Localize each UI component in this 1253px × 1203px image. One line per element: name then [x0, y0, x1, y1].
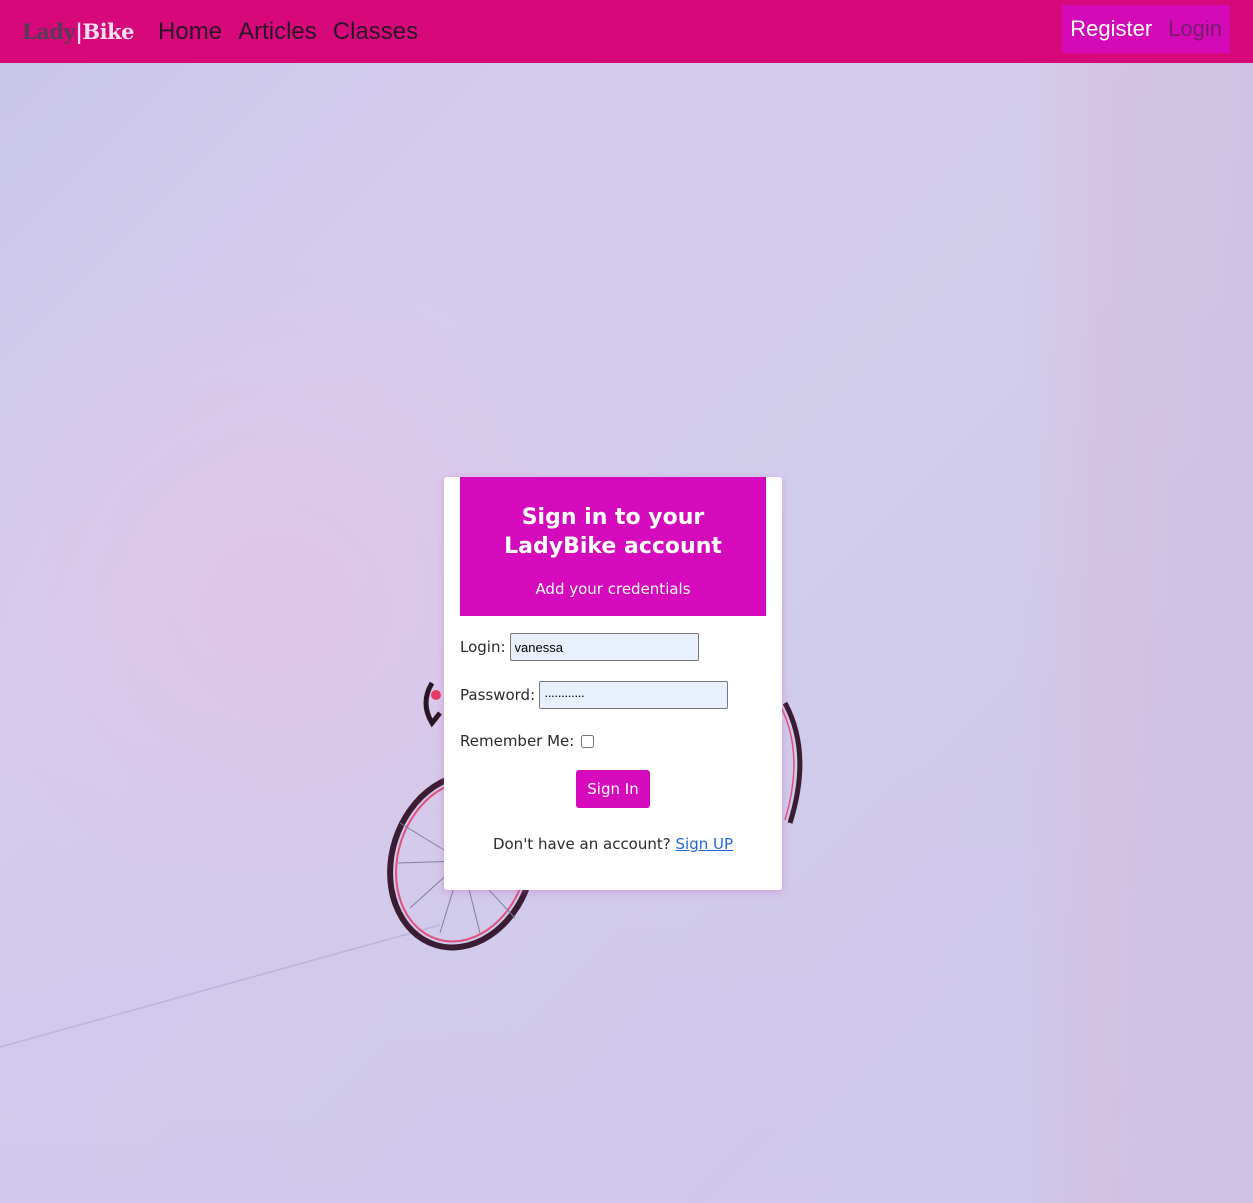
login-row: Login: [460, 633, 699, 661]
remember-row: Remember Me: [460, 732, 595, 750]
remember-label: Remember Me: [460, 732, 575, 750]
password-label: Password: [460, 686, 536, 704]
login-label: Login: [460, 638, 506, 656]
nav-link-articles[interactable]: Articles [238, 18, 317, 46]
login-input[interactable] [509, 633, 699, 661]
signin-title: Sign in to your LadyBike account [504, 505, 722, 559]
signin-subtitle: Add your credentials [535, 580, 691, 598]
auth-links: Register Login [1062, 5, 1230, 53]
brand-lady: Lady [22, 19, 76, 44]
password-input[interactable] [539, 681, 729, 709]
register-link[interactable]: Register [1070, 16, 1152, 42]
password-row: Password: [460, 681, 729, 709]
nav-link-classes[interactable]: Classes [333, 18, 418, 46]
signin-card-header: Sign in to your LadyBike account Add you… [460, 477, 766, 616]
nav-link-home[interactable]: Home [158, 18, 222, 46]
remember-checkbox[interactable] [581, 734, 595, 748]
signup-link[interactable]: Sign UP [676, 835, 734, 853]
login-link[interactable]: Login [1168, 16, 1222, 42]
signin-button[interactable]: Sign In [576, 770, 650, 808]
no-account-text: Don't have an account? [492, 835, 671, 853]
navbar: Lady|Bike Home Articles Classes Register… [0, 0, 1253, 63]
signup-prompt: Don't have an account? Sign UP [444, 835, 782, 853]
signin-card: Sign in to your LadyBike account Add you… [444, 477, 782, 890]
brand-bike: Bike [82, 19, 135, 44]
brand-logo[interactable]: Lady|Bike [22, 19, 135, 44]
